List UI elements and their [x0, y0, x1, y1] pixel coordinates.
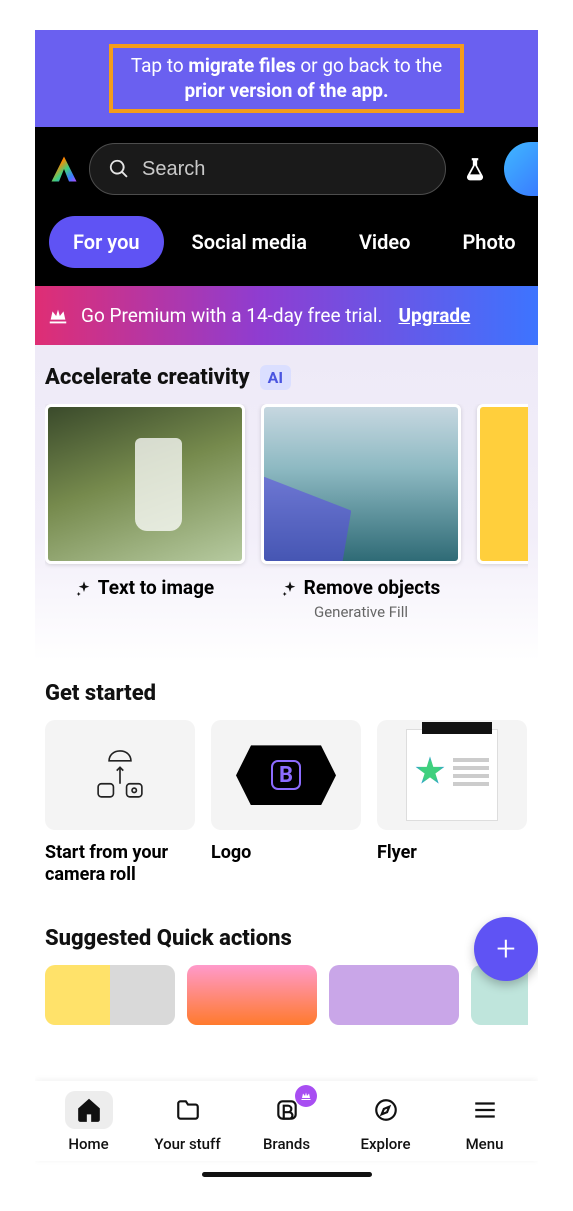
accelerate-title: Accelerate creativity	[45, 365, 250, 390]
banner-text-bold2: prior version of the app.	[184, 79, 388, 102]
ai-card-text-to-image[interactable]: Text to image	[45, 404, 245, 621]
bottom-nav: Home Your stuff Brands Explore Menu	[35, 1081, 538, 1161]
migrate-banner[interactable]: Tap to migrate files or go back to the p…	[35, 30, 538, 127]
nav-home[interactable]: Home	[39, 1091, 138, 1153]
ai-card-label: Remove objects	[304, 576, 441, 599]
ai-card-more[interactable]	[477, 404, 528, 621]
camera-roll-icon	[45, 720, 195, 830]
flyer-icon	[377, 720, 527, 830]
gs-label: Flyer	[377, 842, 527, 864]
suggested-section: Suggested Quick actions	[35, 896, 538, 1035]
accelerate-section: Accelerate creativity AI Text to image R…	[35, 345, 538, 661]
ai-card-sub: Generative Fill	[314, 603, 408, 621]
ai-card-label: Text to image	[98, 576, 214, 599]
search-bar[interactable]	[89, 143, 446, 195]
compass-icon	[373, 1097, 399, 1123]
profile-avatar[interactable]	[504, 142, 538, 196]
sparkle-icon	[76, 580, 92, 596]
adobe-logo-icon[interactable]	[49, 154, 79, 184]
home-indicator	[202, 1172, 372, 1177]
gs-label: Start from your camera roll	[45, 842, 195, 885]
banner-text-pre: Tap to	[131, 54, 189, 77]
get-started-title: Get started	[45, 681, 528, 706]
nav-label: Menu	[466, 1135, 504, 1153]
banner-text-mid: or go back to the	[296, 54, 443, 77]
nav-menu[interactable]: Menu	[435, 1091, 534, 1153]
nav-label: Explore	[361, 1135, 411, 1153]
labs-icon[interactable]	[462, 156, 488, 182]
tab-social-media[interactable]: Social media	[168, 216, 331, 268]
nav-brands[interactable]: Brands	[237, 1091, 336, 1153]
menu-icon	[472, 1097, 498, 1123]
app-header: For you Social media Video Photo	[35, 127, 538, 286]
home-icon	[76, 1097, 102, 1123]
premium-banner[interactable]: Go Premium with a 14-day free trial. Upg…	[35, 286, 538, 345]
quick-action-3[interactable]	[329, 965, 459, 1025]
gs-card-flyer[interactable]: Flyer	[377, 720, 527, 885]
nav-your-stuff[interactable]: Your stuff	[138, 1091, 237, 1153]
premium-badge-icon	[295, 1085, 317, 1107]
gs-card-camera-roll[interactable]: Start from your camera roll	[45, 720, 195, 885]
ai-thumb	[477, 404, 528, 564]
nav-label: Your stuff	[154, 1135, 220, 1153]
folder-icon	[175, 1097, 201, 1123]
create-fab[interactable]: +	[474, 917, 538, 981]
crown-icon	[47, 305, 69, 327]
logo-icon: B	[211, 720, 361, 830]
gs-card-logo[interactable]: B Logo	[211, 720, 361, 885]
sparkle-icon	[282, 580, 298, 596]
upgrade-link[interactable]: Upgrade	[398, 304, 470, 327]
search-input[interactable]	[142, 158, 427, 181]
ai-card-remove-objects[interactable]: Remove objects Generative Fill	[261, 404, 461, 621]
ai-thumb	[45, 404, 245, 564]
tab-for-you[interactable]: For you	[49, 216, 164, 268]
category-tabs: For you Social media Video Photo	[43, 206, 530, 286]
nav-label: Home	[68, 1135, 108, 1153]
gs-label: Logo	[211, 842, 361, 864]
suggested-title: Suggested Quick actions	[45, 926, 528, 951]
banner-text-bold1: migrate files	[188, 54, 295, 77]
tab-video[interactable]: Video	[335, 216, 435, 268]
quick-action-2[interactable]	[187, 965, 317, 1025]
search-icon	[108, 158, 130, 180]
quick-action-1[interactable]	[45, 965, 175, 1025]
ai-thumb	[261, 404, 461, 564]
tab-photo[interactable]: Photo	[438, 216, 538, 268]
ai-badge: AI	[260, 365, 291, 390]
nav-label: Brands	[263, 1135, 310, 1153]
get-started-section: Get started Start from your camera roll …	[35, 661, 538, 895]
premium-text: Go Premium with a 14-day free trial.	[81, 304, 382, 327]
nav-explore[interactable]: Explore	[336, 1091, 435, 1153]
